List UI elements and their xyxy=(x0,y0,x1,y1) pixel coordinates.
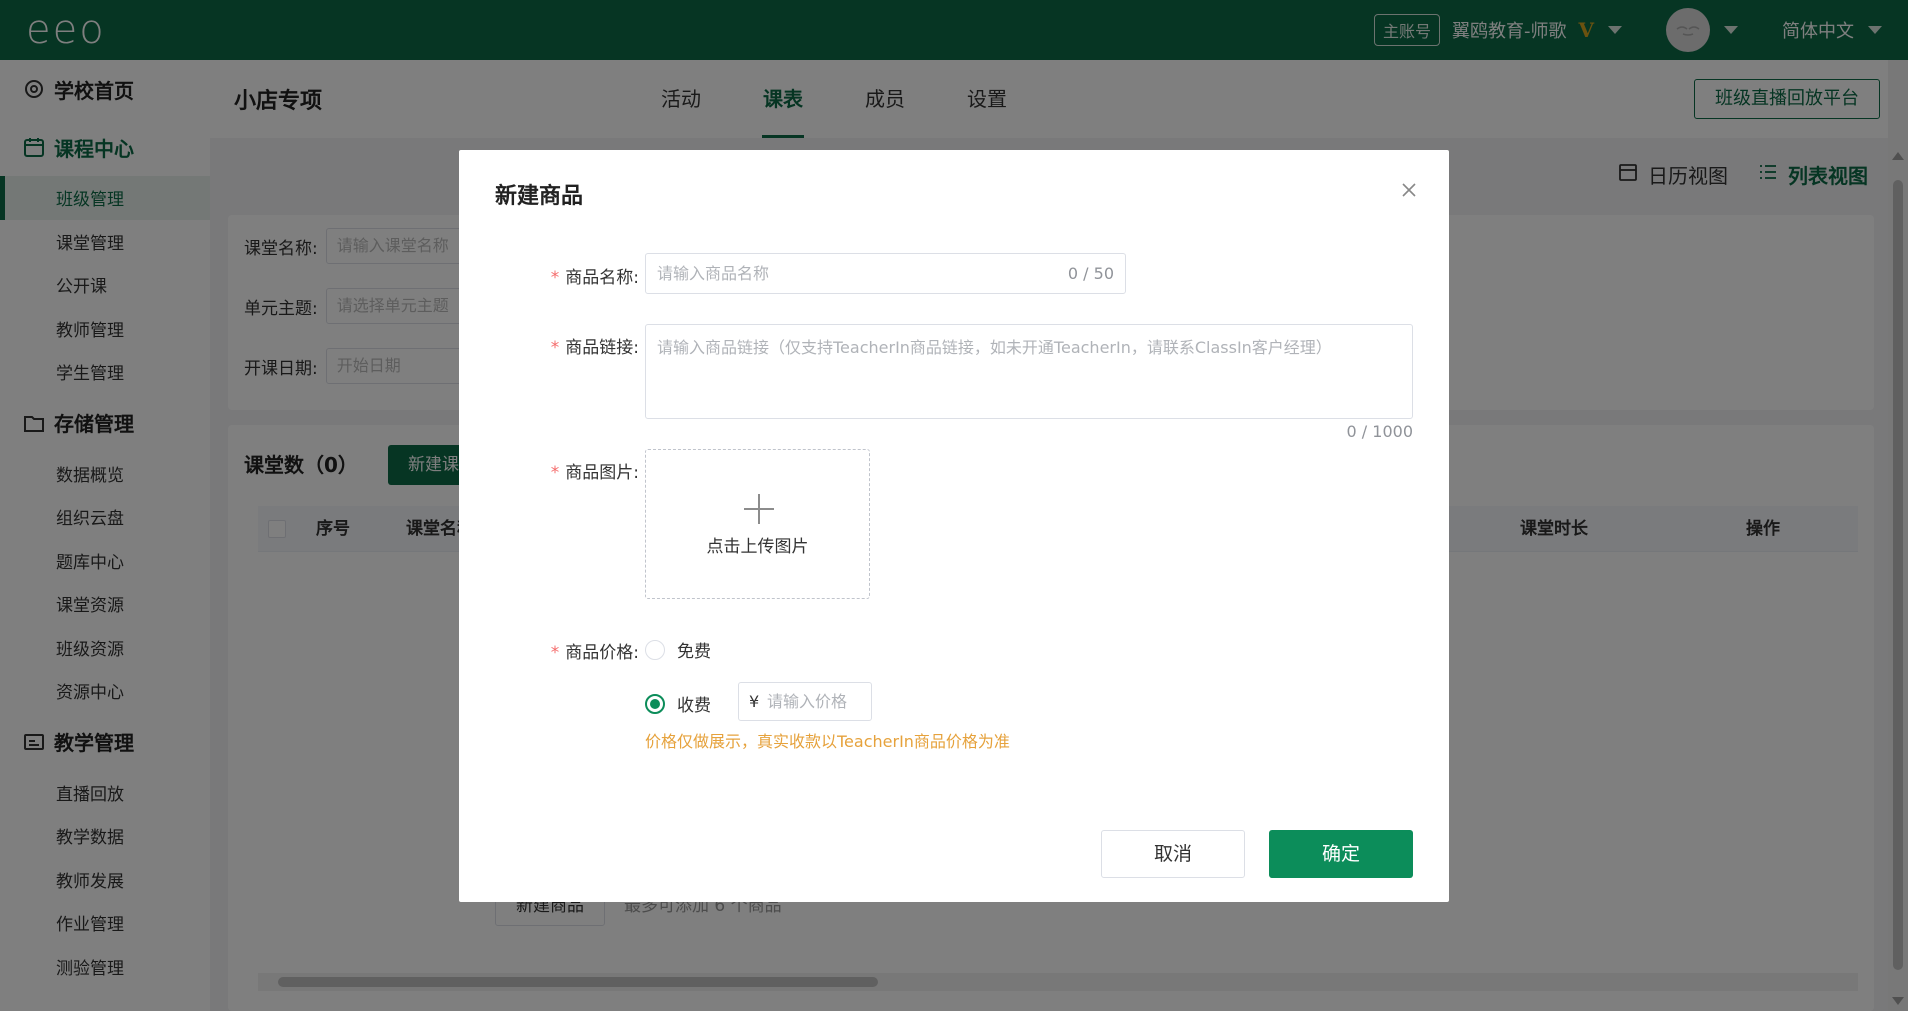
currency-symbol: ¥ xyxy=(749,692,760,711)
required-mark: * xyxy=(550,268,560,288)
price-input[interactable]: ¥ 请输入价格 xyxy=(738,682,872,721)
price-note: 价格仅做展示，真实收款以TeacherIn商品价格为准 xyxy=(645,732,1010,751)
required-mark: * xyxy=(550,338,560,358)
product-name-label: * 商品名称: xyxy=(499,263,639,288)
placeholder: 请输入价格 xyxy=(767,692,848,711)
label-text: 商品链接: xyxy=(565,338,639,358)
product-price-label: * 商品价格: xyxy=(499,638,639,663)
close-icon[interactable] xyxy=(1397,178,1421,202)
required-mark: * xyxy=(550,463,560,483)
placeholder: 请输入商品链接（仅支持TeacherIn商品链接，如未开通TeacherIn，请… xyxy=(657,338,1332,357)
free-radio-label: 免费 xyxy=(677,642,711,662)
required-mark: * xyxy=(550,643,560,663)
plus-icon xyxy=(744,494,774,524)
free-radio[interactable] xyxy=(645,639,665,660)
product-link-textarea[interactable]: 请输入商品链接（仅支持TeacherIn商品链接，如未开通TeacherIn，请… xyxy=(645,324,1413,419)
confirm-button[interactable]: 确定 xyxy=(1269,830,1413,878)
label-text: 商品图片: xyxy=(565,463,639,483)
product-image-label: * 商品图片: xyxy=(499,458,639,483)
modal-title: 新建商品 xyxy=(495,184,584,209)
upload-label: 点击上传图片 xyxy=(706,537,809,557)
label-text: 商品名称: xyxy=(565,268,639,288)
paid-radio-option[interactable]: 收费 xyxy=(645,691,711,716)
product-link-label: * 商品链接: xyxy=(499,333,639,358)
paid-radio-label: 收费 xyxy=(677,696,711,716)
label-text: 商品价格: xyxy=(565,643,639,663)
new-product-modal: 新建商品 * 商品名称: 请输入商品名称 0 / 50 * 商品链接: 请输入商品链… xyxy=(459,150,1449,902)
placeholder: 请输入商品名称 xyxy=(657,264,770,283)
char-count: 0 / 50 xyxy=(1067,264,1114,283)
free-radio-option[interactable]: 免费 xyxy=(645,637,711,662)
image-upload-area[interactable]: 点击上传图片 xyxy=(645,449,870,599)
link-char-count: 0 / 1000 xyxy=(1346,422,1413,441)
product-name-input[interactable]: 请输入商品名称 0 / 50 xyxy=(645,253,1126,294)
cancel-button[interactable]: 取消 xyxy=(1101,830,1245,878)
paid-radio[interactable] xyxy=(645,693,665,714)
